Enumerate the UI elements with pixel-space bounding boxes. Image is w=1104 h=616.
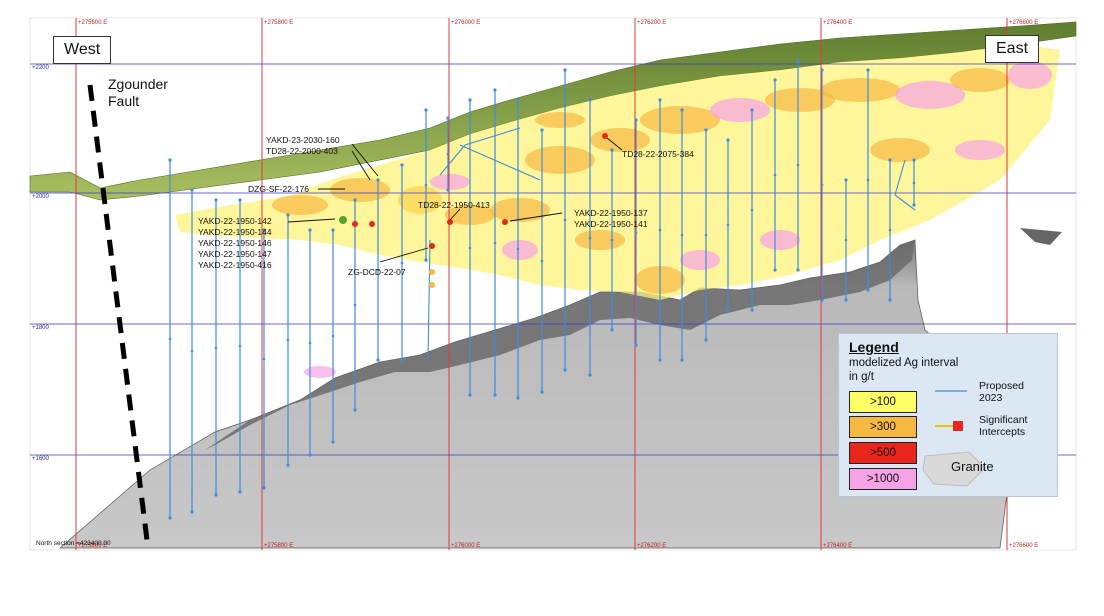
grade-blob	[870, 138, 930, 162]
fault-label-line2: Fault	[108, 93, 139, 109]
easting-tick-top: +275600 E	[78, 20, 107, 26]
grade-blob	[535, 112, 585, 128]
grade-blob	[502, 240, 538, 260]
drill-label: YAKD-22-1950-137	[574, 208, 648, 218]
grade-blob	[430, 174, 470, 190]
elevation-tick: +1800	[32, 325, 50, 331]
grade-blob	[272, 195, 328, 215]
legend-proposed-label: Proposed	[979, 380, 1024, 392]
grade-blob	[950, 68, 1010, 92]
grade-blob	[820, 78, 900, 102]
section-map: +275600 E+275600 E+275800 E+275800 E+276…	[29, 17, 1077, 551]
drill-label: YAKD-22-1950-141	[574, 219, 648, 229]
drill-label: TD28-22-2075-384	[622, 149, 694, 159]
easting-tick-top: +276200 E	[637, 20, 666, 26]
drill-label: YAKD-22-1950-416	[198, 260, 272, 270]
intercept-symbol	[953, 421, 963, 431]
legend-significant-label: Significant	[979, 414, 1028, 426]
legend-intercepts-label: Intercepts	[979, 426, 1026, 438]
easting-tick-bottom: +275800 E	[264, 543, 293, 549]
fault-label-line1: Zgounder	[108, 76, 168, 92]
drill-label: YAKD-22-1950-142	[198, 216, 272, 226]
grade-blob	[640, 106, 720, 134]
easting-tick-bottom: +276000 E	[451, 543, 480, 549]
drill-label: YAKD-22-1950-146	[198, 238, 272, 248]
easting-tick-bottom: +276200 E	[637, 543, 666, 549]
grade-blob	[490, 198, 550, 222]
grade-blob	[710, 98, 770, 122]
easting-tick-top: +276000 E	[451, 20, 480, 26]
legend-significant: Significant Intercepts	[979, 414, 1027, 438]
legend-granite-label: Granite	[951, 459, 994, 474]
grade-blob	[575, 230, 625, 250]
legend-proposed-year: 2023	[979, 392, 1003, 404]
easting-tick-top: +276400 E	[823, 20, 852, 26]
easting-tick-bottom: +276600 E	[1009, 543, 1038, 549]
grade-blob	[955, 140, 1005, 160]
drill-label: TD28-22-1950-413	[418, 200, 490, 210]
easting-tick-bottom: +276400 E	[823, 543, 852, 549]
drill-label: YAKD-22-1950-144	[198, 227, 272, 237]
drill-label: YAKD-22-1950-147	[198, 249, 272, 259]
drill-label: DZG-SF-22-176	[248, 184, 309, 194]
east-label: East	[985, 35, 1040, 63]
grade-blob	[330, 178, 390, 202]
cross-section-figure: +275600 E +275600 E +275800 E +275800 E +276…	[0, 0, 1104, 611]
section-note: North section =423400.00	[36, 540, 111, 547]
easting-tick-top: +276600 E	[1009, 20, 1038, 26]
legend-proposed: Proposed 2023	[979, 380, 1024, 404]
grade-blob	[760, 230, 800, 250]
grade-blob	[1008, 61, 1052, 89]
grade-blob	[304, 366, 336, 378]
west-label: West	[53, 36, 112, 64]
drill-label: TD28-22-2000-403	[266, 146, 338, 156]
elevation-tick: +2000	[32, 194, 50, 200]
drill-label: ZG-DCD-22-07	[348, 267, 406, 277]
legend-panel: Legend modelized Ag interval in g/t >100…	[838, 333, 1058, 497]
drill-label: YAKD-23-2030-160	[266, 135, 340, 145]
grade-blob	[525, 146, 595, 174]
elevation-tick: +2200	[32, 65, 50, 71]
grade-blob	[680, 250, 720, 270]
easting-tick-top: +275800 E	[264, 20, 293, 26]
elevation-tick: +1600	[32, 456, 50, 462]
